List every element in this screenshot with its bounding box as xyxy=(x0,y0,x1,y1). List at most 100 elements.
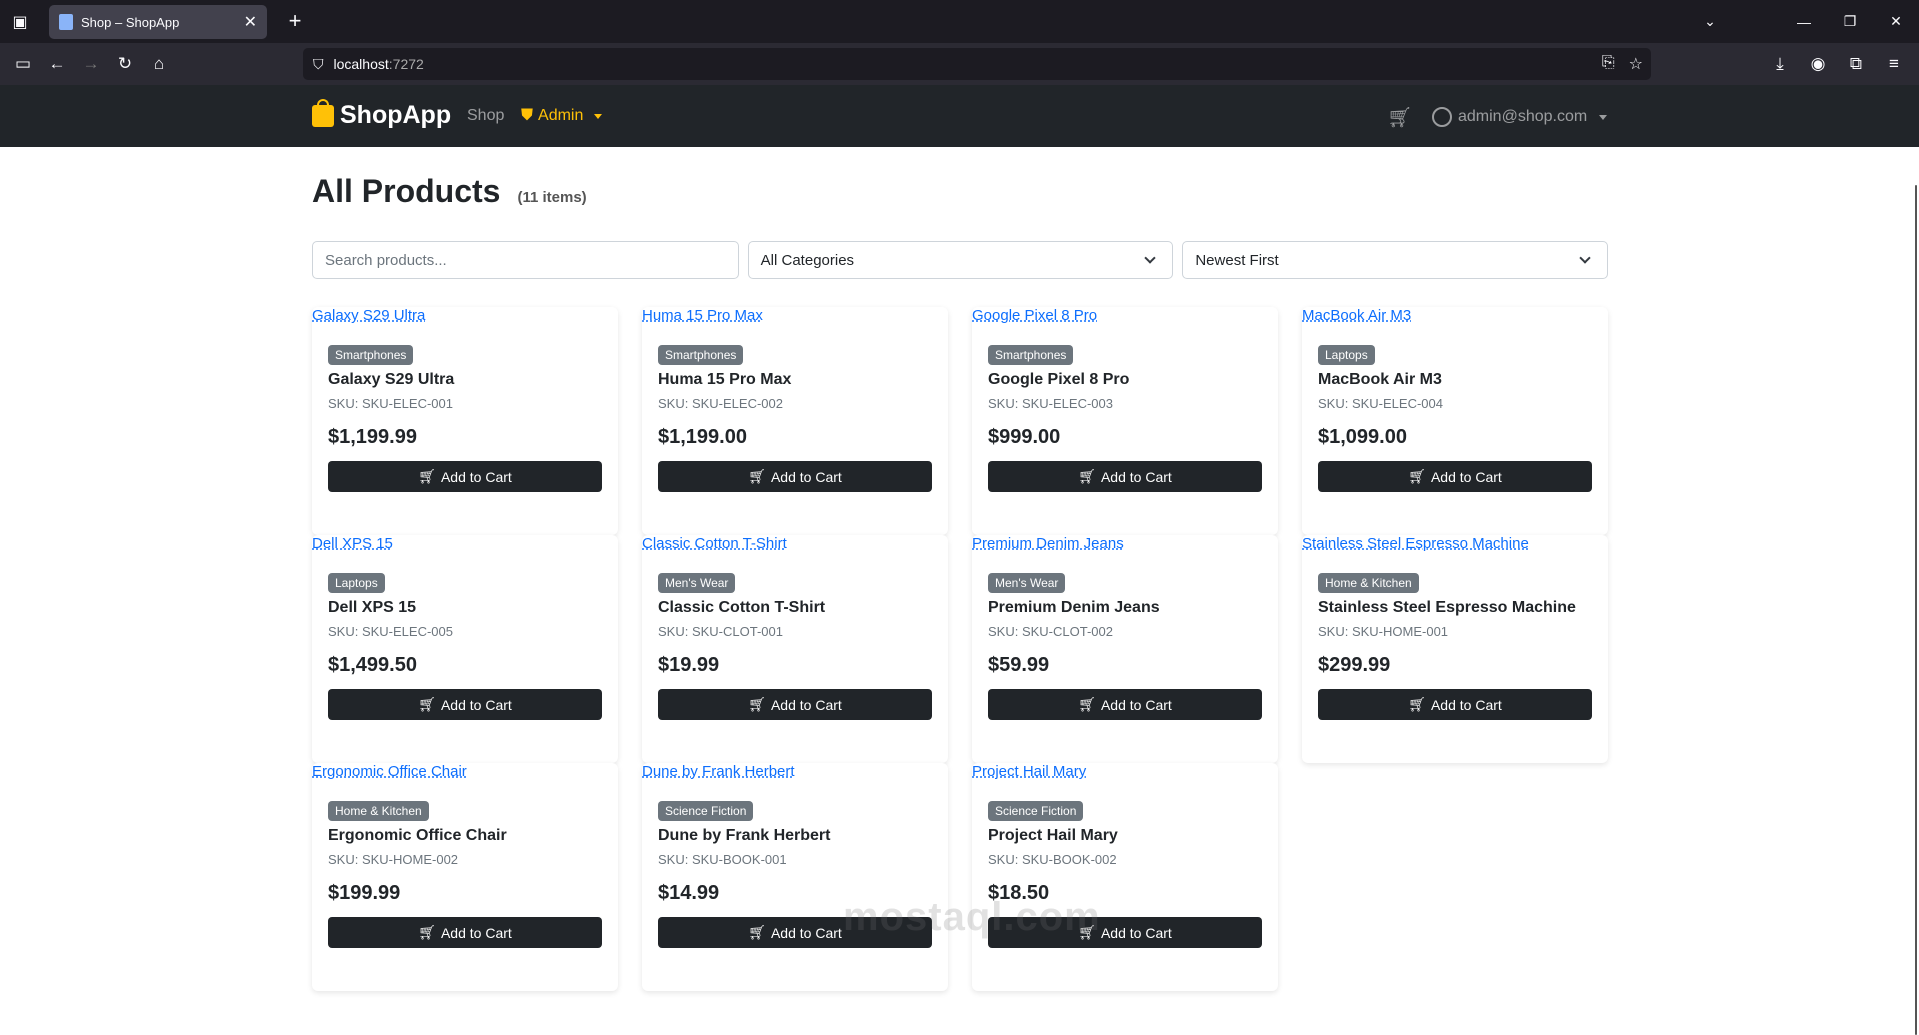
category-badge: Smartphones xyxy=(658,345,744,365)
product-sku: SKU: SKU-ELEC-005 xyxy=(328,624,453,639)
add-to-cart-label: Add to Cart xyxy=(440,696,512,713)
product-image-link[interactable]: Dune by Frank Herbert xyxy=(642,763,795,780)
product-card: MacBook Air M3 Laptops MacBook Air M3 SK… xyxy=(1302,307,1608,535)
product-price: $999.00 xyxy=(988,426,1061,448)
category-select-value: All Categories xyxy=(760,251,855,269)
category-select[interactable]: All Categories xyxy=(747,241,1174,279)
add-to-cart-button[interactable]: 🛒︎ Add to Cart xyxy=(658,461,932,492)
reload-icon[interactable]: ↻ xyxy=(108,48,142,80)
product-image-link[interactable]: Huma 15 Pro Max xyxy=(642,307,763,324)
item-count: (11 items) xyxy=(517,189,587,206)
brand-link[interactable]: ShopApp xyxy=(312,98,452,130)
add-to-cart-label: Add to Cart xyxy=(770,468,842,485)
browser-tab[interactable]: Shop – ShopApp ✕ xyxy=(49,5,267,39)
caret-down-icon xyxy=(594,113,603,119)
account-icon[interactable]: ◉ xyxy=(1801,48,1835,80)
scrollbar-thumb[interactable] xyxy=(1915,185,1917,1035)
bookmark-star-icon[interactable]: ☆ xyxy=(1629,54,1643,74)
browser-tabbar: ▣ Shop – ShopApp ✕ + ⌄ — ❐ ✕ xyxy=(0,0,1919,43)
address-bar[interactable]: ⛉ localhost:7272 ⎘ ☆ xyxy=(303,48,1651,80)
menu-icon[interactable]: ≡ xyxy=(1877,48,1911,80)
product-image-link[interactable]: Project Hail Mary xyxy=(972,763,1086,780)
shopping-bag-icon xyxy=(312,98,334,127)
product-image-link[interactable]: Ergonomic Office Chair xyxy=(312,763,467,780)
add-to-cart-button[interactable]: 🛒︎ Add to Cart xyxy=(328,689,602,720)
product-image-link[interactable]: MacBook Air M3 xyxy=(1302,307,1411,324)
sidebar-toggle-icon[interactable]: ▭ xyxy=(6,48,40,80)
cart-icon: 🛒︎ xyxy=(1078,468,1096,484)
product-sku: SKU: SKU-CLOT-001 xyxy=(658,624,783,639)
product-name: Classic Cotton T-Shirt xyxy=(658,599,826,616)
page-scrollbar[interactable] xyxy=(1913,85,1919,1035)
product-sku: SKU: SKU-HOME-001 xyxy=(1318,624,1449,639)
nav-admin-label: Admin xyxy=(538,107,584,124)
home-icon[interactable]: ⌂ xyxy=(142,48,176,80)
product-card: Classic Cotton T-Shirt Men's Wear Classi… xyxy=(642,535,948,763)
filter-bar: All Categories Newest First xyxy=(312,241,1609,279)
minimize-icon[interactable]: — xyxy=(1781,0,1827,43)
product-card: Premium Denim Jeans Men's Wear Premium D… xyxy=(972,535,1278,763)
add-to-cart-button[interactable]: 🛒︎ Add to Cart xyxy=(988,461,1262,492)
product-card: Google Pixel 8 Pro Smartphones Google Pi… xyxy=(972,307,1278,535)
search-input[interactable] xyxy=(312,241,739,279)
forward-icon[interactable]: → xyxy=(74,48,108,80)
product-name: MacBook Air M3 xyxy=(1318,371,1442,388)
product-image-link[interactable]: Google Pixel 8 Pro xyxy=(972,307,1097,324)
add-to-cart-label: Add to Cart xyxy=(1430,468,1502,485)
back-icon[interactable]: ← xyxy=(40,48,74,80)
category-badge: Home & Kitchen xyxy=(1318,573,1419,593)
restore-icon[interactable]: ❐ xyxy=(1827,0,1873,43)
product-name: Ergonomic Office Chair xyxy=(328,827,507,844)
brand-name: ShopApp xyxy=(340,101,452,129)
chevron-down-icon xyxy=(1579,252,1591,264)
page-title: All Products xyxy=(312,173,501,209)
product-image-link[interactable]: Galaxy S29 Ultra xyxy=(312,307,425,324)
tab-title: Shop – ShopApp xyxy=(81,14,180,30)
cart-icon[interactable]: 🛒︎ xyxy=(1387,105,1412,130)
add-to-cart-button[interactable]: 🛒︎ Add to Cart xyxy=(1318,461,1592,492)
product-sku: SKU: SKU-HOME-002 xyxy=(328,852,459,867)
caret-down-icon xyxy=(1599,114,1608,120)
product-name: Google Pixel 8 Pro xyxy=(988,371,1130,388)
add-to-cart-label: Add to Cart xyxy=(1430,696,1502,713)
add-to-cart-label: Add to Cart xyxy=(770,924,842,941)
product-name: Premium Denim Jeans xyxy=(988,599,1160,616)
category-badge: Science Fiction xyxy=(658,801,754,821)
add-to-cart-button[interactable]: 🛒︎ Add to Cart xyxy=(328,917,602,948)
cart-icon: 🛒︎ xyxy=(748,924,766,940)
sort-select[interactable]: Newest First xyxy=(1182,241,1609,279)
url-host: localhost xyxy=(333,56,389,72)
new-tab-icon[interactable]: + xyxy=(280,6,310,36)
user-email: admin@shop.com xyxy=(1458,108,1588,125)
close-tab-icon[interactable]: ✕ xyxy=(244,12,257,32)
window-close-icon[interactable]: ✕ xyxy=(1873,0,1919,43)
cart-icon: 🛒︎ xyxy=(418,924,436,940)
add-to-cart-label: Add to Cart xyxy=(440,468,512,485)
reader-view-icon[interactable]: ⎘ xyxy=(1602,54,1615,74)
user-menu-dropdown[interactable]: admin@shop.com xyxy=(1432,107,1608,127)
add-to-cart-button[interactable]: 🛒︎ Add to Cart xyxy=(1318,689,1592,720)
product-sku: SKU: SKU-ELEC-004 xyxy=(1318,396,1443,411)
product-sku: SKU: SKU-ELEC-003 xyxy=(988,396,1113,411)
product-image-link[interactable]: Dell XPS 15 xyxy=(312,535,393,552)
product-name: Stainless Steel Espresso Machine xyxy=(1318,599,1576,616)
nav-shop-link[interactable]: Shop xyxy=(467,107,504,125)
sort-select-value: Newest First xyxy=(1195,251,1279,269)
add-to-cart-button[interactable]: 🛒︎ Add to Cart xyxy=(658,689,932,720)
product-image-link[interactable]: Stainless Steel Espresso Machine xyxy=(1302,535,1529,552)
add-to-cart-button[interactable]: 🛒︎ Add to Cart xyxy=(328,461,602,492)
extensions-icon[interactable]: ⧉ xyxy=(1839,48,1873,80)
user-avatar-icon xyxy=(1432,107,1452,127)
product-image-link[interactable]: Classic Cotton T-Shirt xyxy=(642,535,787,552)
add-to-cart-button[interactable]: 🛒︎ Add to Cart xyxy=(988,689,1262,720)
product-sku: SKU: SKU-ELEC-002 xyxy=(658,396,783,411)
add-to-cart-label: Add to Cart xyxy=(1100,696,1172,713)
tab-list-icon[interactable]: ▣ xyxy=(0,0,40,43)
tabs-overflow-icon[interactable]: ⌄ xyxy=(1687,0,1733,43)
product-price: $19.99 xyxy=(658,654,720,676)
category-badge: Home & Kitchen xyxy=(328,801,429,821)
product-image-link[interactable]: Premium Denim Jeans xyxy=(972,535,1124,552)
category-badge: Laptops xyxy=(1318,345,1375,365)
downloads-icon[interactable]: ⤓ xyxy=(1763,48,1797,80)
nav-admin-dropdown[interactable]: ⛊ Admin xyxy=(521,107,603,125)
